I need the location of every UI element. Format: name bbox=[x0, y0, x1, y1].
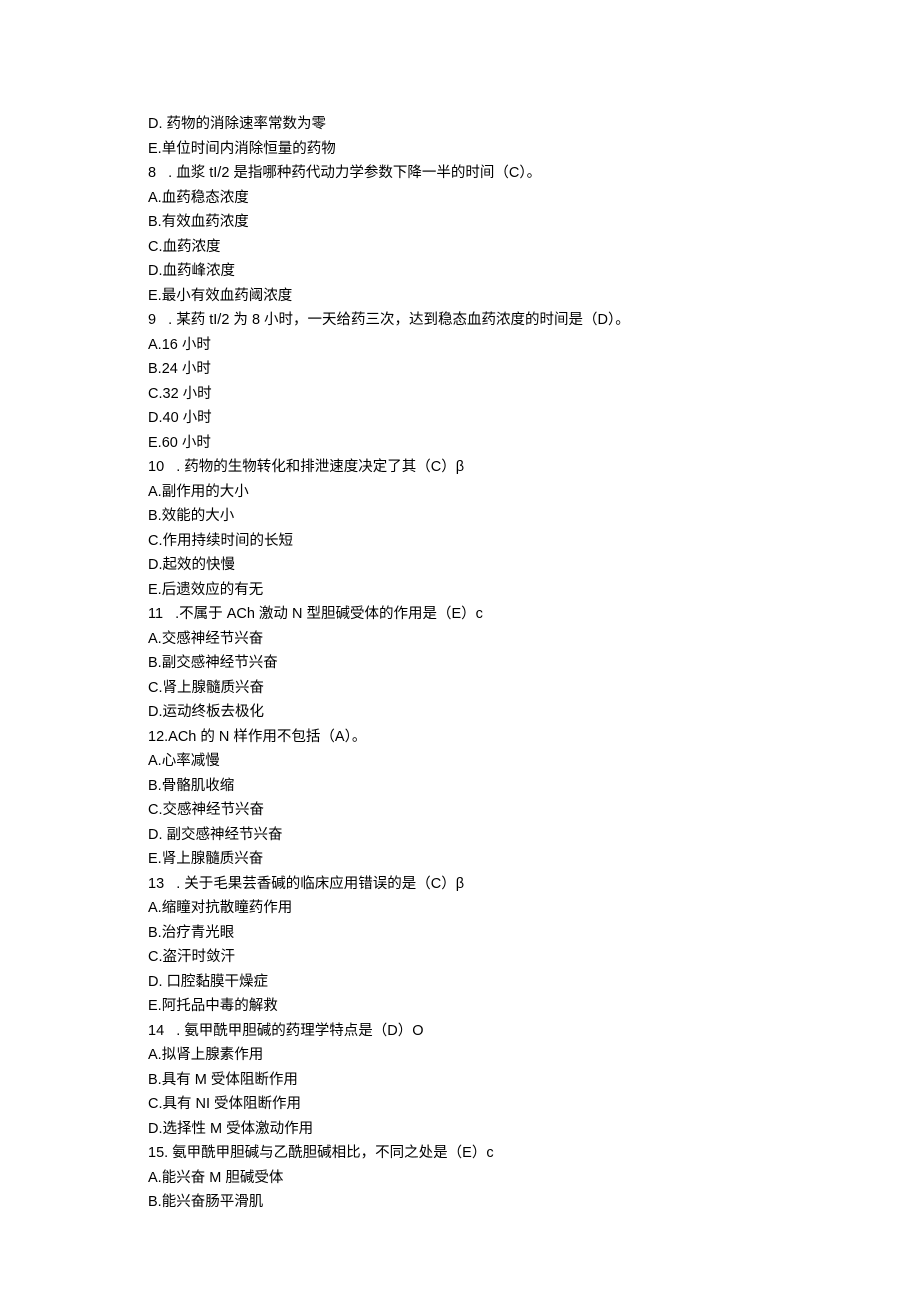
text-line: B.24 小时 bbox=[148, 357, 771, 382]
text-line: 13 . 关于毛果芸香碱的临床应用错误的是（C）β bbox=[148, 872, 771, 897]
text-line: A.血药稳态浓度 bbox=[148, 186, 771, 211]
text-line: C.具有 NI 受体阻断作用 bbox=[148, 1092, 771, 1117]
text-line: 12.ACh 的 N 样作用不包括（A）。 bbox=[148, 725, 771, 750]
text-line: A.副作用的大小 bbox=[148, 480, 771, 505]
text-line: D.40 小时 bbox=[148, 406, 771, 431]
text-line: D.血药峰浓度 bbox=[148, 259, 771, 284]
document-page: D. 药物的消除速率常数为零 E.单位时间内消除恒量的药物 8 . 血浆 tI/… bbox=[0, 0, 920, 1275]
text-line: D. 口腔黏膜干燥症 bbox=[148, 970, 771, 995]
text-line: D.起效的快慢 bbox=[148, 553, 771, 578]
text-line: 10 . 药物的生物转化和排泄速度决定了其（C）β bbox=[148, 455, 771, 480]
text-line: A.拟肾上腺素作用 bbox=[148, 1043, 771, 1068]
text-line: 11 .不属于 ACh 激动 N 型胆碱受体的作用是（E）c bbox=[148, 602, 771, 627]
text-line: B.有效血药浓度 bbox=[148, 210, 771, 235]
text-line: C.盗汗时敛汗 bbox=[148, 945, 771, 970]
text-line: A.缩瞳对抗散瞳药作用 bbox=[148, 896, 771, 921]
text-line: B.骨骼肌收缩 bbox=[148, 774, 771, 799]
text-line: 15. 氨甲酰甲胆碱与乙酰胆碱相比，不同之处是（E）c bbox=[148, 1141, 771, 1166]
text-line: E.最小有效血药阈浓度 bbox=[148, 284, 771, 309]
text-line: B.具有 M 受体阻断作用 bbox=[148, 1068, 771, 1093]
text-line: E.60 小时 bbox=[148, 431, 771, 456]
text-line: D.运动终板去极化 bbox=[148, 700, 771, 725]
text-line: B.副交感神经节兴奋 bbox=[148, 651, 771, 676]
text-line: B.治疗青光眼 bbox=[148, 921, 771, 946]
text-line: A.心率减慢 bbox=[148, 749, 771, 774]
text-line: A.能兴奋 M 胆碱受体 bbox=[148, 1166, 771, 1191]
text-line: D.选择性 M 受体激动作用 bbox=[148, 1117, 771, 1142]
text-line: E.单位时间内消除恒量的药物 bbox=[148, 137, 771, 162]
text-line: C.肾上腺髓质兴奋 bbox=[148, 676, 771, 701]
text-line: B.效能的大小 bbox=[148, 504, 771, 529]
text-line: D. 副交感神经节兴奋 bbox=[148, 823, 771, 848]
text-line: 8 . 血浆 tI/2 是指哪种药代动力学参数下降一半的时间（C）。 bbox=[148, 161, 771, 186]
text-line: E.后遗效应的有无 bbox=[148, 578, 771, 603]
text-line: C.血药浓度 bbox=[148, 235, 771, 260]
text-line: D. 药物的消除速率常数为零 bbox=[148, 112, 771, 137]
text-line: C.作用持续时间的长短 bbox=[148, 529, 771, 554]
text-line: E.肾上腺髓质兴奋 bbox=[148, 847, 771, 872]
text-line: 14 . 氨甲酰甲胆碱的药理学特点是（D）O bbox=[148, 1019, 771, 1044]
text-line: C.32 小时 bbox=[148, 382, 771, 407]
text-line: B.能兴奋肠平滑肌 bbox=[148, 1190, 771, 1215]
text-line: A.交感神经节兴奋 bbox=[148, 627, 771, 652]
text-line: A.16 小时 bbox=[148, 333, 771, 358]
text-line: C.交感神经节兴奋 bbox=[148, 798, 771, 823]
text-line: E.阿托品中毒的解救 bbox=[148, 994, 771, 1019]
text-line: 9 . 某药 tI/2 为 8 小时，一天给药三次，达到稳态血药浓度的时间是（D… bbox=[148, 308, 771, 333]
